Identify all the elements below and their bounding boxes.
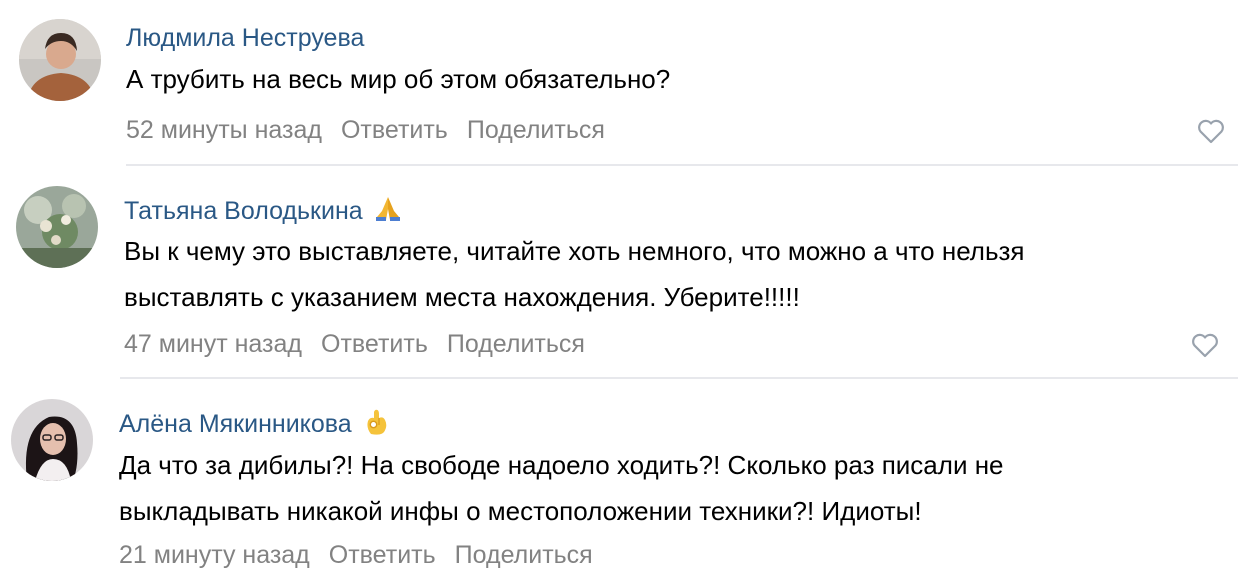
comment-text: А трубить на весь мир об этом обязательн… <box>126 56 670 102</box>
reply-button[interactable]: Ответить <box>329 541 436 569</box>
reply-button[interactable]: Ответить <box>321 330 428 358</box>
comment-text-line: выкладывать никакой инфы о местоположени… <box>119 496 922 526</box>
comment-timestamp[interactable]: 47 минут назад <box>124 330 302 358</box>
comment-author[interactable]: Алёна Мякинникова <box>119 406 392 439</box>
comment-text: Вы к чему это выставляете, читайте хоть … <box>124 228 1025 320</box>
share-button[interactable]: Поделиться <box>467 116 605 144</box>
reply-button[interactable]: Ответить <box>341 116 448 144</box>
comment-meta: 47 минут назад Ответить Поделиться <box>124 330 604 359</box>
comment-text: Да что за дибилы?! На свободе надоело хо… <box>119 442 1004 534</box>
comment-author[interactable]: Людмила Неструева <box>126 24 364 53</box>
comments-thread: Людмила Неструева А трубить на весь мир … <box>0 0 1238 581</box>
avatar-tatyana[interactable] <box>16 186 98 268</box>
like-heart-icon[interactable] <box>1190 331 1220 359</box>
comment-author[interactable]: Татьяна Володькина <box>124 193 403 226</box>
share-button[interactable]: Поделиться <box>455 541 593 569</box>
comment-meta: 52 минуты назад Ответить Поделиться <box>126 116 624 145</box>
share-button[interactable]: Поделиться <box>447 330 585 358</box>
comment-author-name[interactable]: Алёна Мякинникова <box>119 410 352 438</box>
comment-text-line: Да что за дибилы?! На свободе надоело хо… <box>119 450 1004 480</box>
comment-text-line: Вы к чему это выставляете, читайте хоть … <box>124 236 1025 266</box>
comment-divider <box>126 164 1238 166</box>
comment-divider <box>120 377 1238 379</box>
folded-hands-icon <box>373 193 403 223</box>
comment-text-line: выставлять с указанием места нахождения.… <box>124 282 800 312</box>
comment-meta: 21 минуту назад Ответить Поделиться <box>119 541 612 570</box>
comment-author-name[interactable]: Татьяна Володькина <box>124 197 363 225</box>
like-heart-icon[interactable] <box>1196 117 1226 145</box>
avatar-lyudmila[interactable] <box>19 19 101 101</box>
comment-timestamp[interactable]: 21 минуту назад <box>119 541 310 569</box>
comment-timestamp[interactable]: 52 минуты назад <box>126 116 322 144</box>
avatar-alena[interactable] <box>11 399 93 481</box>
comment-text-line: А трубить на весь мир об этом обязательн… <box>126 64 671 94</box>
ok-hand-icon <box>362 406 392 436</box>
